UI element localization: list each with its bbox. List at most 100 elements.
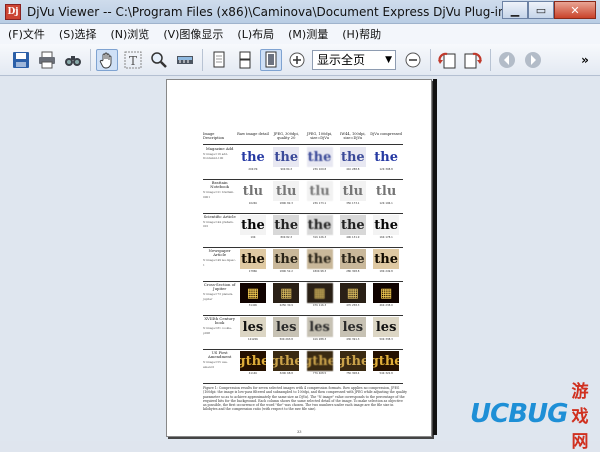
zoom-out-icon [405, 52, 421, 67]
sample-thumbnail: the [306, 215, 333, 235]
image-sample: ▦ 47K 116.3 [303, 282, 336, 315]
sample-thumbnail: les [373, 317, 400, 337]
minimize-button[interactable]: ▁ [502, 1, 528, 19]
forward-button[interactable] [522, 49, 544, 71]
sample-thumbnail: the [273, 249, 300, 269]
zoom-tool-button[interactable] [148, 49, 170, 71]
sample-stats: 75K 308.4 [346, 372, 360, 375]
single-page-button[interactable] [208, 49, 230, 71]
sample-thumbnail: gthe [339, 351, 366, 371]
image-sample: tlu 1024K [236, 180, 269, 213]
watermark-text: 游戏网 [571, 381, 589, 452]
sample-stats: 46K 238.0 [379, 304, 393, 307]
chevron-double-right-icon: » [581, 52, 589, 67]
sample-thumbnail: les [239, 317, 266, 337]
row-label: Scientific Article N image=44 graham-001 [203, 214, 236, 247]
sample-stats: 40K 131.9 [346, 236, 360, 239]
document-page[interactable]: Image Description Raw image detail JPEG,… [166, 79, 432, 437]
menu-measure[interactable]: (M)测量 [288, 26, 328, 42]
image-sample: the 180K 98.3 [303, 248, 336, 281]
sample-stats: 16K 178.1 [379, 236, 393, 239]
save-button[interactable] [10, 49, 32, 71]
zoom-dropdown[interactable]: 显示全页 ▼ [312, 49, 396, 70]
row-title: Brattain Notebook [210, 180, 229, 190]
column-header: JPEG, 100dpi, size=DjVu [306, 132, 333, 141]
sample-stats: 23K 109.8 [312, 168, 327, 171]
title-bar: Dj DjVu Viewer -- C:\Program Files (x86)… [0, 0, 600, 24]
row-subtitle: N image=81 cookie-p006 [203, 326, 232, 335]
text-select-button[interactable]: T [122, 49, 144, 71]
sample-stats: 320K 68.8 [279, 372, 293, 375]
sample-stats: 31K 126.3 [312, 236, 327, 239]
save-icon [13, 51, 29, 68]
sample-stats: 12K 308.8 [379, 168, 393, 171]
zoom-out-button[interactable] [402, 49, 424, 71]
image-sample: gthe54K 322.8 [369, 350, 402, 383]
image-sample: gthe4114K [236, 350, 269, 383]
sample-stats: 225K 30.9 [279, 304, 293, 307]
sample-stats: 47K 116.3 [312, 304, 327, 307]
toolbar-overflow-button[interactable]: » [574, 49, 596, 71]
text-select-icon: T [124, 51, 142, 68]
table-rule [203, 144, 403, 145]
page-number: 33 [297, 430, 302, 434]
row-title: XVIIIth Century book [204, 316, 235, 326]
svg-text:T: T [129, 54, 137, 68]
table-row: Newspaper Article N image=49 les-mjasc-1 t… [203, 248, 403, 281]
fit-page-icon [265, 51, 277, 67]
sample-stats: 50K 338.3 [379, 338, 393, 341]
print-button[interactable] [36, 49, 58, 71]
row-label: US First Amendment N image=55 usa-amend1 [203, 350, 236, 383]
forward-arrow-icon [525, 51, 541, 68]
fit-page-button[interactable] [260, 48, 282, 71]
continuous-page-button[interactable] [234, 49, 256, 71]
image-sample: les 50K 263.8 [270, 316, 303, 349]
sample-stats: 23K 173.1 [312, 202, 327, 205]
menu-browse[interactable]: (N)浏览 [111, 26, 150, 42]
toolbar-separator [490, 48, 491, 71]
image-sample: tlu 12K 196.1 [369, 180, 402, 213]
sample-thumbnail: the [373, 147, 400, 167]
image-sample: gthe320K 68.8 [270, 350, 303, 383]
single-page-icon [213, 51, 225, 67]
find-button[interactable] [62, 49, 84, 71]
row-subtitle: N image=73 planets-jupiter [203, 292, 234, 301]
sample-thumbnail: the [306, 249, 333, 269]
menu-layout[interactable]: (L)布局 [237, 26, 274, 42]
image-sample: the 41K 288.8 [336, 146, 369, 179]
sample-thumbnail: tlu [239, 181, 266, 201]
sample-thumbnail: the [339, 249, 366, 269]
zoom-in-icon [289, 52, 305, 67]
menu-select[interactable]: (S)选择 [59, 26, 97, 42]
menu-help[interactable]: (H)帮助 [342, 26, 381, 42]
column-header: IW44, 100dpi, size=DjVu [339, 132, 366, 141]
toolbar-separator [430, 48, 431, 71]
zoom-in-button[interactable] [286, 49, 308, 71]
row-label: Brattain Notebook N image=21 brattain-000… [203, 180, 236, 213]
image-sample: ▦ 46K 238.0 [369, 282, 402, 315]
restore-button[interactable]: ▭ [528, 1, 554, 19]
row-subtitle: N image=55 usa-amend1 [203, 360, 228, 369]
row-title: Newspaper Article [208, 248, 231, 258]
back-button[interactable] [496, 49, 518, 71]
toolbar: T 显示全页 ▼ » [0, 44, 600, 76]
image-sample: the 29K PK [236, 146, 269, 179]
ruler-icon [177, 55, 193, 64]
rotate-left-button[interactable] [436, 49, 458, 71]
row-subtitle: N image=16 add-frontannd-100 [203, 152, 228, 161]
document-workspace[interactable]: Image Description Raw image detail JPEG,… [0, 77, 600, 441]
image-sample: the 80K 82.3 [270, 214, 303, 247]
sample-thumbnail: ▦ [273, 283, 300, 303]
menu-image-display[interactable]: (V)图像显示 [163, 26, 223, 42]
column-header: Raw image detail [237, 132, 269, 136]
menu-file[interactable]: (F)文件 [8, 26, 45, 42]
close-button[interactable]: ✕ [554, 1, 596, 19]
sample-stats: 180K 52.2 [279, 270, 293, 273]
hand-tool-button[interactable] [96, 48, 118, 71]
sample-thumbnail: the [373, 249, 400, 269]
rotate-right-button[interactable] [462, 49, 484, 71]
image-sample: les 41K 288.3 [303, 316, 336, 349]
image-sample: les 50K 338.3 [369, 316, 402, 349]
ruler-button[interactable] [174, 49, 196, 71]
toolbar-separator [90, 48, 91, 71]
